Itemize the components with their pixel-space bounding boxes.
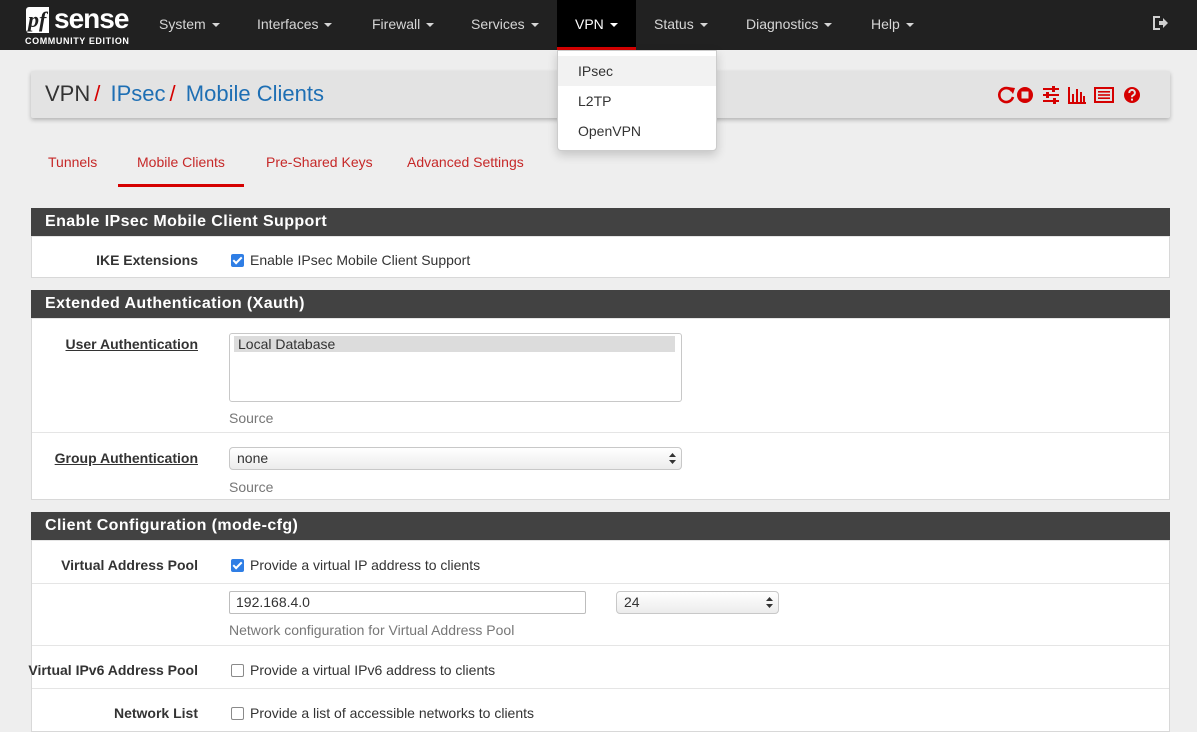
logo-sense: sense [54,3,129,34]
menu-item-ipsec[interactable]: IPsec [558,56,716,86]
sliders-icon[interactable] [1041,85,1061,105]
row-ike-extensions: IKE Extensions Enable IPsec Mobile Clien… [32,236,1169,277]
vpn-dropdown-menu: IPsec L2TP OpenVPN [557,50,717,151]
breadcrumb-ipsec-link[interactable]: IPsec [111,81,166,106]
breadcrumb-separator: / [94,81,101,106]
panel-mode-cfg: Client Configuration (mode-cfg) Virtual … [28,512,1170,732]
nav-diagnostics[interactable]: Diagnostics [746,0,833,48]
stop-icon[interactable] [1015,85,1035,105]
virtual-ipv6-address-pool-checkbox-label[interactable]: Provide a virtual IPv6 address to client… [250,662,495,678]
nav-interfaces[interactable]: Interfaces [257,0,333,48]
ike-extensions-checkbox[interactable] [231,254,244,267]
nav-vpn[interactable]: VPN [557,0,636,50]
caret-down-icon [211,23,220,28]
group-authentication-label[interactable]: Group Authentication [55,450,198,466]
virtual-pool-help: Network configuration for Virtual Addres… [229,622,515,638]
menu-item-l2tp[interactable]: L2TP [558,86,716,116]
ike-extensions-checkbox-label[interactable]: Enable IPsec Mobile Client Support [250,252,470,268]
pfsense-logo[interactable]: pf sense COMMUNITY EDITION [24,3,134,47]
ipsec-tabs: Tunnels Mobile Clients Pre-Shared Keys A… [30,145,1170,187]
group-authentication-help: Source [229,479,274,495]
virtual-address-pool-label: Virtual Address Pool [61,557,198,573]
caret-down-icon [426,23,435,28]
nav-interfaces-label: Interfaces [257,16,319,32]
nav-help-label: Help [871,16,900,32]
group-authentication-select[interactable]: none [229,447,682,470]
nav-system[interactable]: System [159,0,220,48]
row-network-list: Network List Provide a list of accessibl… [32,688,1169,731]
row-virtual-address-pool: Virtual Address Pool Provide a virtual I… [32,540,1169,583]
caret-down-icon [824,23,833,28]
virtual-address-pool-checkbox-label[interactable]: Provide a virtual IP address to clients [250,557,480,573]
virtual-ipv6-address-pool-label: Virtual IPv6 Address Pool [28,662,198,678]
panel-mobile-client-support: Enable IPsec Mobile Client Support IKE E… [31,208,1170,278]
virtual-pool-network-input[interactable]: 192.168.4.0 [229,591,586,614]
virtual-pool-mask-value: 24 [624,594,640,610]
nav-firewall-label: Firewall [372,16,421,32]
caret-down-icon [530,23,539,28]
panel-xauth: Extended Authentication (Xauth) User Aut… [31,290,1170,500]
help-icon[interactable] [1122,85,1142,105]
nav-help[interactable]: Help [871,0,914,48]
breadcrumb-mobile-clients-link[interactable]: Mobile Clients [186,81,324,106]
group-authentication-value: none [237,450,269,466]
listbox-option-local-database[interactable]: Local Database [234,336,675,352]
breadcrumb: VPN / IPsec / Mobile Clients [45,81,324,107]
virtual-ipv6-address-pool-checkbox[interactable] [231,664,244,677]
logo-pf: pf [26,7,50,33]
tab-tunnels[interactable]: Tunnels [48,145,97,187]
tab-pre-shared-keys[interactable]: Pre-Shared Keys [266,145,373,187]
select-arrows-icon [766,597,773,608]
logout-icon[interactable] [1151,14,1169,32]
user-authentication-help: Source [229,410,274,426]
select-arrows-icon [669,453,676,464]
top-navbar: pf sense COMMUNITY EDITION System Interf… [0,0,1197,50]
panel-heading: Client Configuration (mode-cfg) [31,512,1170,540]
nav-status[interactable]: Status [654,0,708,48]
row-user-authentication: User Authentication Local Database Sourc… [32,318,1169,432]
breadcrumb-vpn: VPN [45,81,91,106]
breadcrumb-separator: / [169,81,176,106]
nav-services[interactable]: Services [471,0,539,48]
nav-system-label: System [159,16,206,32]
user-authentication-listbox[interactable]: Local Database [229,333,682,402]
logo-edition: COMMUNITY EDITION [25,36,130,46]
network-list-checkbox[interactable] [231,707,244,720]
nav-services-label: Services [471,16,525,32]
row-group-authentication: Group Authentication none Source [32,432,1169,500]
nav-status-label: Status [654,16,694,32]
caret-down-icon [905,23,914,28]
log-list-icon[interactable] [1094,85,1114,105]
caret-down-icon [324,23,333,28]
user-authentication-label[interactable]: User Authentication [66,336,199,352]
nav-diagnostics-label: Diagnostics [746,16,819,32]
nav-vpn-label: VPN [575,16,604,32]
nav-firewall[interactable]: Firewall [372,0,435,48]
virtual-address-pool-checkbox[interactable] [231,559,244,572]
row-virtual-address-pool-network: 192.168.4.0 24 Network configuration for… [32,583,1169,645]
panel-heading: Extended Authentication (Xauth) [31,290,1170,318]
caret-down-icon [699,23,708,28]
panel-heading: Enable IPsec Mobile Client Support [31,208,1170,236]
menu-item-openvpn[interactable]: OpenVPN [558,116,716,146]
tab-mobile-clients[interactable]: Mobile Clients [118,145,244,187]
virtual-pool-mask-select[interactable]: 24 [616,591,779,614]
reload-icon[interactable] [997,85,1017,105]
row-virtual-ipv6-address-pool: Virtual IPv6 Address Pool Provide a virt… [28,645,1169,688]
ike-extensions-label: IKE Extensions [96,252,198,268]
bar-chart-icon[interactable] [1067,85,1087,105]
tab-advanced-settings[interactable]: Advanced Settings [407,145,524,187]
caret-down-icon [609,23,618,28]
